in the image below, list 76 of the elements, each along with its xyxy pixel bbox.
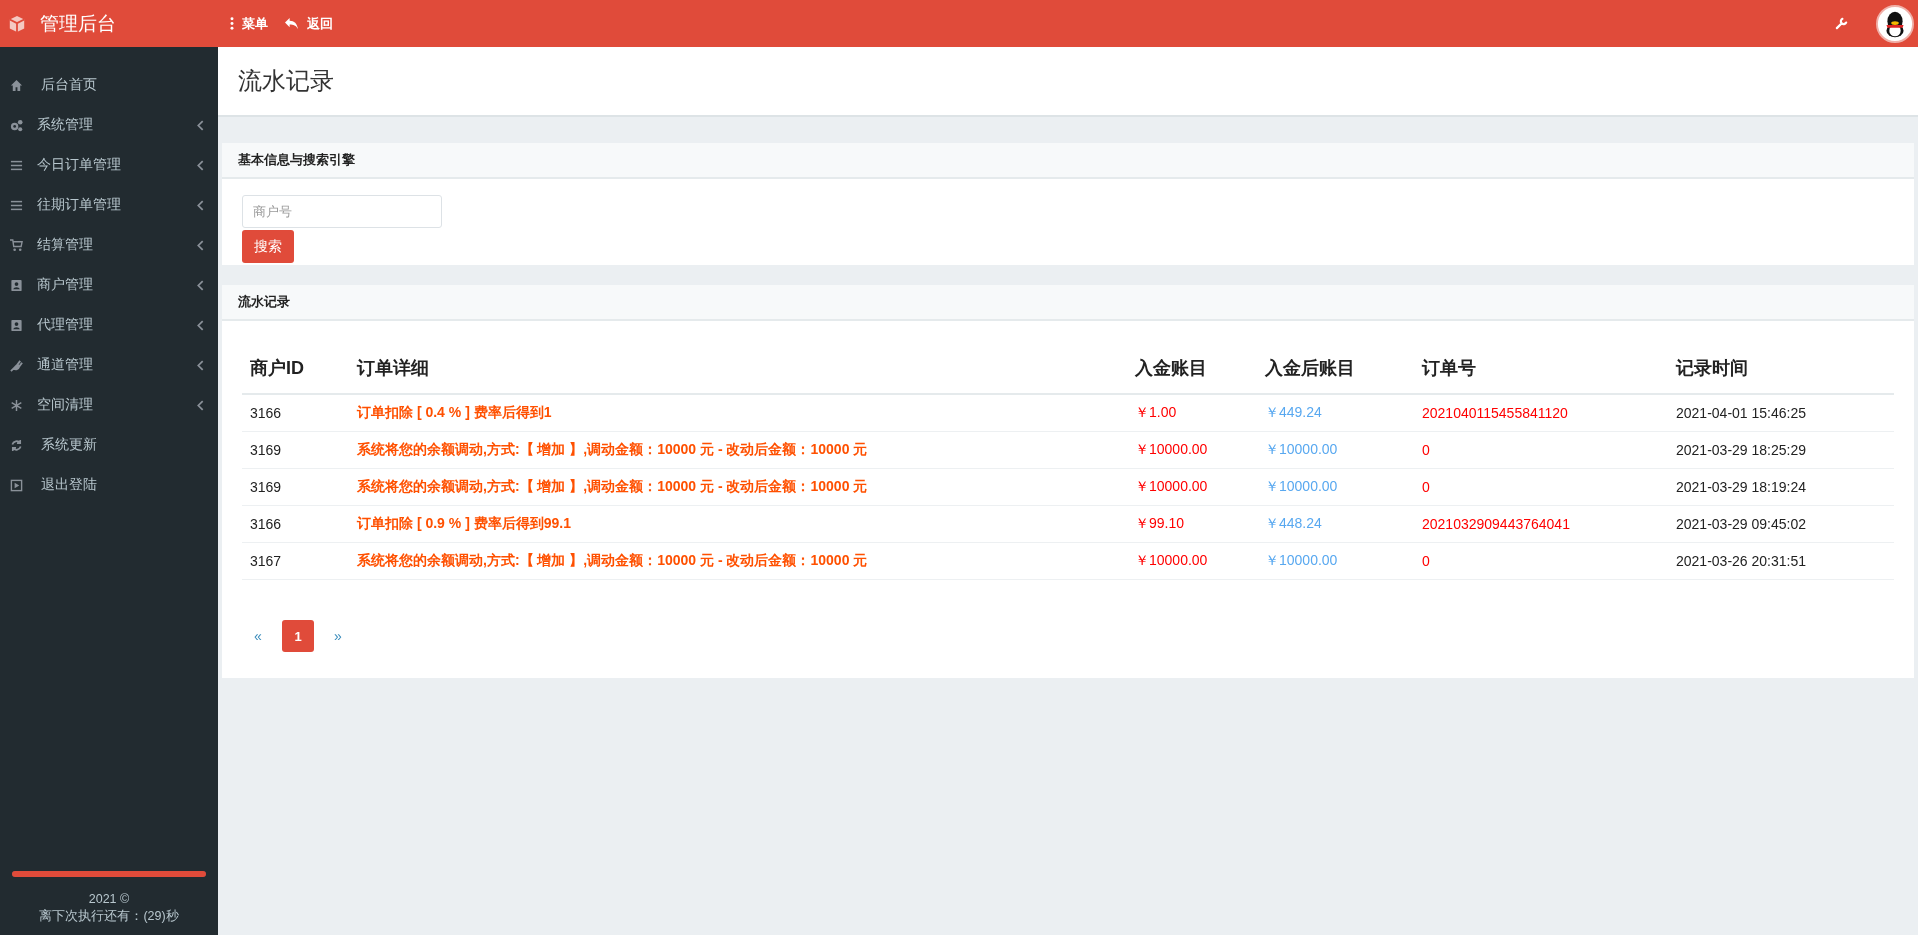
next-page-link[interactable]: » [322, 620, 354, 652]
cube-icon [8, 14, 26, 33]
merchant-id-cell: 3169 [250, 479, 282, 495]
order-number-cell: 0 [1422, 442, 1430, 458]
time-cell: 2021-03-29 18:25:29 [1676, 442, 1806, 458]
list-icon [10, 198, 23, 212]
detail-cell: 订单扣除 [ 0.9 % ] 费率后得到99.1 [357, 515, 571, 531]
detail-cell: 系统将您的余额调动,方式:【 增加 】,调动金额：10000 元 - 改动后金额：10000 元 [357, 441, 868, 457]
time-cell: 2021-04-01 15:46:25 [1676, 405, 1806, 421]
column-header: 入金账目 [1135, 358, 1207, 378]
avatar-icon[interactable] [1876, 4, 1914, 43]
column-header: 入金后账目 [1265, 358, 1355, 378]
contact-card-icon [10, 318, 23, 332]
order-number-cell: 0 [1422, 553, 1430, 569]
page-title: 流水记录 [238, 66, 334, 96]
detail-cell: 系统将您的余额调动,方式:【 增加 】,调动金额：10000 元 - 改动后金额：10000 元 [357, 478, 868, 494]
detail-cell: 系统将您的余额调动,方式:【 增加 】,调动金额：10000 元 - 改动后金额：10000 元 [357, 552, 868, 568]
sidebar-item[interactable]: 通道管理 [0, 345, 218, 385]
sidebar-item[interactable]: 今日订单管理 [0, 145, 218, 185]
sidebar-item[interactable]: 后台首页 [0, 65, 218, 105]
previous-page-link[interactable]: « [242, 620, 274, 652]
menu-icon [230, 17, 234, 30]
amount-cell: ￥10000.00 [1135, 552, 1208, 568]
sidebar-item[interactable]: 退出登陆 [0, 465, 218, 505]
contact-card-icon [10, 278, 23, 292]
snowflake-icon [10, 398, 23, 412]
cart-icon [10, 238, 23, 252]
sidebar-item[interactable]: 结算管理 [0, 225, 218, 265]
balance-cell: ￥449.24 [1265, 404, 1322, 420]
column-header: 订单详细 [357, 358, 429, 378]
sidebar-item[interactable]: 系统更新 [0, 425, 218, 465]
order-number-cell: 2021032909443764041 [1422, 516, 1570, 532]
panel-title: 流水记录 [238, 293, 290, 311]
brand-title: 管理后台 [40, 11, 116, 36]
sidebar-item[interactable]: 系统管理 [0, 105, 218, 145]
panel-title: 基本信息与搜索引擎 [238, 151, 355, 169]
plug-icon [10, 358, 23, 372]
amount-cell: ￥10000.00 [1135, 441, 1208, 457]
time-cell: 2021-03-29 09:45:02 [1676, 516, 1806, 532]
search-button[interactable]: 搜索 [242, 230, 294, 263]
nav-link[interactable]: 菜单 [230, 14, 268, 33]
merchant-id-cell: 3169 [250, 442, 282, 458]
sidebar-item[interactable]: 往期订单管理 [0, 185, 218, 225]
balance-cell: ￥448.24 [1265, 515, 1322, 531]
reply-arrow-icon [284, 17, 299, 30]
balance-cell: ￥10000.00 [1265, 478, 1338, 494]
time-cell: 2021-03-29 18:19:24 [1676, 479, 1806, 495]
exit-icon [10, 478, 23, 492]
sidebar-item[interactable]: 空间清理 [0, 385, 218, 425]
column-header: 订单号 [1422, 358, 1476, 378]
page-link[interactable]: 1 [282, 620, 314, 652]
countdown-text: 离下次执行还有：(29)秒 [39, 908, 179, 925]
merchant-id-cell: 3167 [250, 553, 282, 569]
nav-link[interactable]: 返回 [284, 14, 333, 33]
order-number-cell: 0 [1422, 479, 1430, 495]
time-cell: 2021-03-26 20:31:51 [1676, 553, 1806, 569]
home-icon [10, 78, 23, 92]
list-icon [10, 158, 23, 172]
wrench-icon[interactable] [1835, 17, 1848, 30]
amount-cell: ￥1.00 [1135, 404, 1177, 420]
merchant-id-cell: 3166 [250, 516, 282, 532]
refresh-icon [10, 438, 23, 452]
balance-cell: ￥10000.00 [1265, 552, 1338, 568]
column-header: 商户ID [250, 358, 304, 378]
detail-cell: 订单扣除 [ 0.4 % ] 费率后得到1 [357, 404, 552, 420]
sidebar-item[interactable]: 代理管理 [0, 305, 218, 345]
order-number-cell: 2021040115455841120 [1422, 405, 1568, 421]
merchant-id-cell: 3166 [250, 405, 282, 421]
amount-cell: ￥10000.00 [1135, 478, 1208, 494]
sidebar-item[interactable]: 商户管理 [0, 265, 218, 305]
gears-icon [10, 118, 23, 132]
merchant-number-field[interactable]: 商户号 [242, 195, 442, 228]
copyright-text: 2021 © [88, 891, 130, 908]
column-header: 记录时间 [1676, 358, 1748, 378]
balance-cell: ￥10000.00 [1265, 441, 1338, 457]
amount-cell: ￥99.10 [1135, 515, 1185, 531]
